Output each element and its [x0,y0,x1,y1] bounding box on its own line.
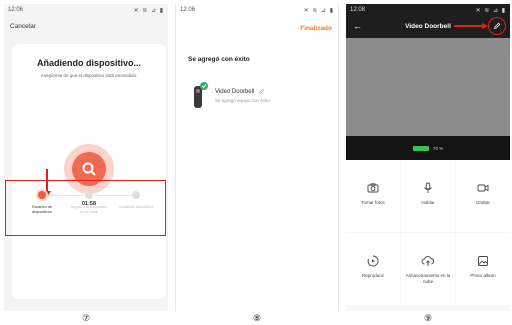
microphone-icon [424,182,432,193]
doorbell-panel-screen: 12:08 ✕ ≋ ⊿ ▮ ← Video Doorbell 70 % Toma… [346,4,510,311]
action-label: Almacenamiento en la nube [405,273,451,284]
step-dot [85,191,93,199]
step-register: Registro al dispositivo en la nube [69,191,109,214]
caption-7: ⑦ [81,314,91,324]
step-dot [132,191,140,199]
search-icon [82,162,96,176]
status-bar: 12:06 ✕ ≋ ⊿ ▮ [176,4,338,16]
action-label: Reproducir [361,273,384,278]
edit-button[interactable] [488,17,506,35]
status-icons: ✕ ≋ ⊿ ▮ [475,7,506,14]
check-icon [200,82,208,90]
pencil-icon [494,22,501,29]
adding-device-screen: 12:06 ✕ ≋ ⊿ ▮ Cancelar Añadiendo disposi… [4,4,168,311]
camera-icon [367,183,379,193]
step-label: Inicializar dispositivo [118,205,154,209]
pencil-icon[interactable] [258,88,265,95]
device-name-row[interactable]: Video Doorbell [215,88,265,95]
action-talk[interactable]: Hablar [401,160,455,232]
status-bar: 12:06 ✕ ≋ ⊿ ▮ [4,4,168,16]
action-label: Tomar fotos [361,200,385,205]
action-record[interactable]: Grabar [456,160,510,232]
status-time: 12:08 [350,7,366,13]
step-label: Registro al dispositivo en la nube [70,205,108,214]
progress-card: Añadiendo dispositivo... Asegúrese de qu… [12,44,166,299]
caption-9: ⑨ [423,314,433,324]
device-status-text: Se agregó equipo con éxito [215,98,270,103]
step-initialize: Inicializar dispositivo [116,191,156,210]
steps-highlight-box: Escaneo de dispositivos Registro al disp… [5,180,166,236]
battery-level: 70 % [432,145,444,151]
step-dot-active [38,191,46,199]
header-bar: 12:08 ✕ ≋ ⊿ ▮ ← Video Doorbell [346,4,510,38]
cloud-upload-icon [421,256,435,266]
action-cloud-storage[interactable]: Almacenamiento en la nube [401,233,455,305]
caption-8: ⑧ [252,314,262,324]
action-label: Photo album [470,273,496,278]
action-photo-album[interactable]: Photo album [456,233,510,305]
video-record-icon [477,184,489,192]
action-take-photo[interactable]: Tomar fotos [346,160,400,232]
status-bar: 12:08 ✕ ≋ ⊿ ▮ [346,4,510,16]
status-icons: ✕ ≋ ⊿ ▮ [133,7,164,14]
video-preview[interactable] [346,38,510,136]
battery-icon [412,145,429,151]
image-icon [478,256,488,266]
battery-bar: 70 % [346,136,510,160]
success-heading: Se agregó con éxito [188,56,250,63]
action-grid: Tomar fotos Hablar Grabar Reproducir Alm… [346,160,510,311]
action-playback[interactable]: Reproducir [346,233,400,305]
status-icons: ✕ ≋ ⊿ ▮ [303,7,334,14]
status-time: 12:06 [180,7,196,13]
playback-icon [367,255,379,267]
step-label: Escaneo de dispositivos [31,205,53,214]
status-time: 12:06 [8,7,24,13]
annotation-arrow-line [454,25,484,27]
device-name: Video Doorbell [215,89,255,96]
step-scan: Escaneo de dispositivos [22,191,62,214]
page-title: Añadiendo dispositivo... [36,58,141,68]
action-label: Hablar [421,200,435,205]
done-button[interactable]: Finalizado [300,25,332,32]
cancel-button[interactable]: Cancelar [10,23,36,30]
action-label: Grabar [475,200,490,205]
page-subtitle: Asegúrese de que el dispositivo está enc… [40,73,138,78]
device-added-screen: 12:06 ✕ ≋ ⊿ ▮ Finalizado Se agregó con é… [175,4,339,311]
